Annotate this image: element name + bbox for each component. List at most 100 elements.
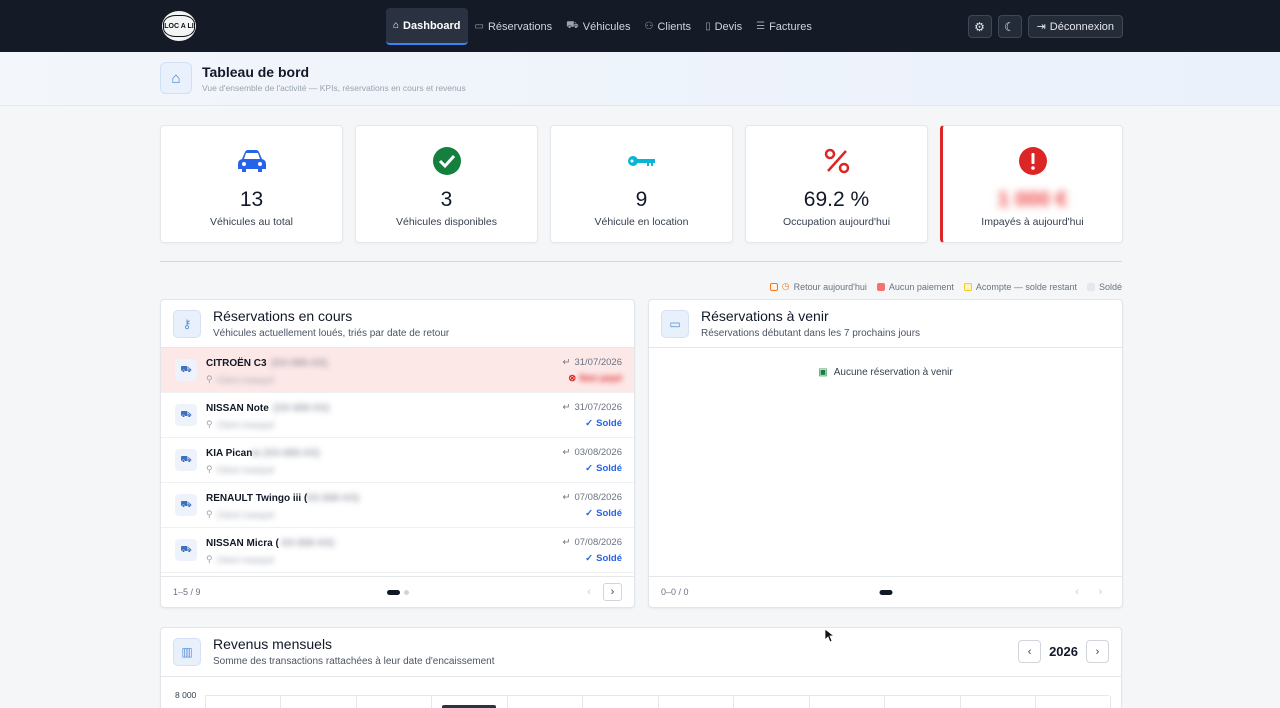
vehicle-plate: XX-000-XX) (281, 538, 335, 549)
panel-subtitle: Somme des transactions rattachées à leur… (213, 656, 495, 667)
page-dot[interactable] (386, 590, 400, 595)
panel-header: ⚷ Réservations en cours Véhicules actuel… (161, 300, 634, 348)
kpi-label: Véhicules au total (210, 216, 293, 228)
nav-dashboard-label: Dashboard (403, 19, 461, 32)
car-icon: ⛟ (566, 20, 579, 31)
legend-item: Soldé (1086, 282, 1122, 292)
reservation-row[interactable]: ⛟ CITROËN C3 (XX-000-XX) ⚲ Client masqué… (161, 348, 634, 393)
kpi-value: 3 (440, 188, 453, 211)
calendar-icon: ▭ (661, 310, 689, 338)
client-info: ⚲ Client masqué (206, 554, 274, 565)
gear-icon: ⚙ (974, 19, 985, 34)
gridline (205, 695, 1109, 696)
legend-swatch (769, 282, 778, 291)
check-circle-icon: ✓ (585, 463, 594, 474)
settings-button[interactable]: ⚙ (967, 15, 992, 38)
nav-vehicules[interactable]: ⛟ Véhicules (559, 8, 637, 45)
kpi-value: 69.2 % (803, 188, 870, 211)
nav-factures[interactable]: ☰ Factures (749, 8, 819, 45)
invoice-icon: ☰ (756, 21, 766, 32)
nav-reservations[interactable]: ▭ Réservations (468, 8, 560, 45)
empty-state-text: Aucune réservation à venir (833, 367, 953, 378)
kpi-occupation: 69.2 % Occupation aujourd'hui (745, 125, 928, 243)
pager-range: 1–5 / 9 (173, 587, 201, 597)
return-arrow-icon: ↵ (562, 492, 571, 503)
client-name: Client masqué (216, 464, 275, 475)
gridline (658, 696, 659, 708)
reservation-row[interactable]: ⛟ RENAULT Twingo iii ( XX-000-XX) ⚲ Clie… (161, 483, 634, 528)
status-text: Non payé (579, 373, 622, 384)
nav-dashboard[interactable]: ⌂ Dashboard (386, 8, 468, 45)
vehicle-plate: (XX-000-XX) (273, 403, 330, 414)
panel-title: Réservations à venir (701, 308, 829, 324)
moon-icon: ☾ (1004, 19, 1015, 34)
return-date-text: 07/08/2026 (574, 537, 622, 548)
client-name: Client masqué (216, 374, 275, 385)
gridline (1035, 696, 1036, 708)
user-icon: ⚲ (206, 419, 213, 429)
car-icon: ⛟ (175, 539, 197, 561)
payment-status: ✓ Soldé (585, 553, 622, 564)
return-arrow-icon: ↵ (562, 402, 571, 413)
kpi-total-vehicles: 13 Véhicules au total (160, 125, 343, 243)
app-logo[interactable]: LOC A LI (160, 9, 198, 43)
status-text: Soldé (596, 508, 622, 519)
legend-label: Aucun paiement (888, 281, 954, 292)
status-text: Soldé (596, 418, 622, 429)
legend-swatch (876, 282, 885, 291)
panel-header: ▥ Revenus mensuels Somme des transaction… (161, 628, 1121, 677)
legend-label: Acompte — solde restant (975, 281, 1077, 292)
chevron-left-icon: ‹ (587, 586, 591, 598)
prev-year-button[interactable]: ‹ (1018, 640, 1042, 663)
legend-item: Aucun paiement (876, 281, 954, 292)
user-icon: ⚲ (206, 554, 213, 564)
prev-page-button[interactable]: ‹ (580, 583, 598, 601)
reservation-row[interactable]: ⛟ KIA Pican to (XX-000-XX) ⚲ Client masq… (161, 438, 634, 483)
vehicle-name: NISSAN Note (206, 403, 269, 414)
nav-actions: ⚙ ☾ ⇥ Déconnexion (967, 15, 1123, 38)
page-subtitle: Vue d'ensemble de l'activité — KPIs, rés… (202, 83, 466, 93)
next-year-button[interactable]: › (1086, 640, 1109, 663)
nav-clients[interactable]: ⚇ Clients (637, 8, 698, 45)
reservation-row[interactable]: ⛟ NISSAN Note (XX-000-XX) ⚲ Client masqu… (161, 393, 634, 438)
y-axis-tick: 8 000 (175, 690, 197, 700)
return-date: ↵ 07/08/2026 (562, 537, 622, 548)
reservation-row[interactable]: ⛟ NISSAN Micra ( XX-000-XX) ⚲ Client mas… (161, 528, 634, 573)
page-dot[interactable] (879, 590, 892, 595)
next-page-button[interactable]: › (603, 583, 622, 601)
panel-header: ▭ Réservations à venir Réservations débu… (649, 300, 1122, 348)
gridline (960, 696, 961, 708)
car-icon: ⛟ (175, 449, 197, 471)
calendar-check-icon: ▣ (818, 367, 828, 378)
gridline (205, 696, 206, 708)
page-dot[interactable] (403, 590, 409, 595)
vehicle-plate: to (XX-000-XX) (252, 448, 320, 459)
nav-clients-label: Clients (657, 20, 692, 33)
payment-status: ✓ Soldé (585, 508, 622, 519)
legend-item: ◷ Retour aujourd'hui (769, 281, 867, 292)
chevron-left-icon: ‹ (1075, 586, 1079, 598)
main-nav: ⌂ Dashboard ▭ Réservations ⛟ Véhicules ⚇… (386, 8, 819, 45)
clock-icon: ◷ (781, 281, 790, 291)
car-icon: ⛟ (175, 404, 197, 426)
kpi-value: 9 (635, 188, 648, 211)
legend-item: Acompte — solde restant (963, 281, 1077, 292)
key-icon: ⚷ (173, 310, 201, 338)
panel-footer: 0–0 / 0 ‹ › (649, 576, 1122, 607)
theme-toggle-button[interactable]: ☾ (997, 15, 1022, 38)
prev-page-button[interactable]: ‹ (1068, 583, 1086, 601)
nav-devis[interactable]: ▯ Devis (698, 8, 749, 45)
logout-button[interactable]: ⇥ Déconnexion (1027, 15, 1123, 38)
page-dots (879, 590, 892, 595)
car-icon: ⛟ (175, 359, 197, 381)
user-icon: ⚲ (206, 374, 213, 384)
empty-state: ▣ Aucune réservation à venir (649, 367, 1122, 378)
next-page-button[interactable]: › (1091, 583, 1110, 601)
nav-factures-label: Factures (769, 20, 812, 33)
payment-status: ✓ Soldé (585, 463, 622, 474)
vehicle-name: CITROËN C3 (206, 358, 267, 369)
gridline (884, 696, 885, 708)
logo-text: LOC A LI (163, 15, 195, 37)
kpi-value: 1 000 € (997, 188, 1068, 211)
return-date-text: 31/07/2026 (574, 402, 622, 413)
